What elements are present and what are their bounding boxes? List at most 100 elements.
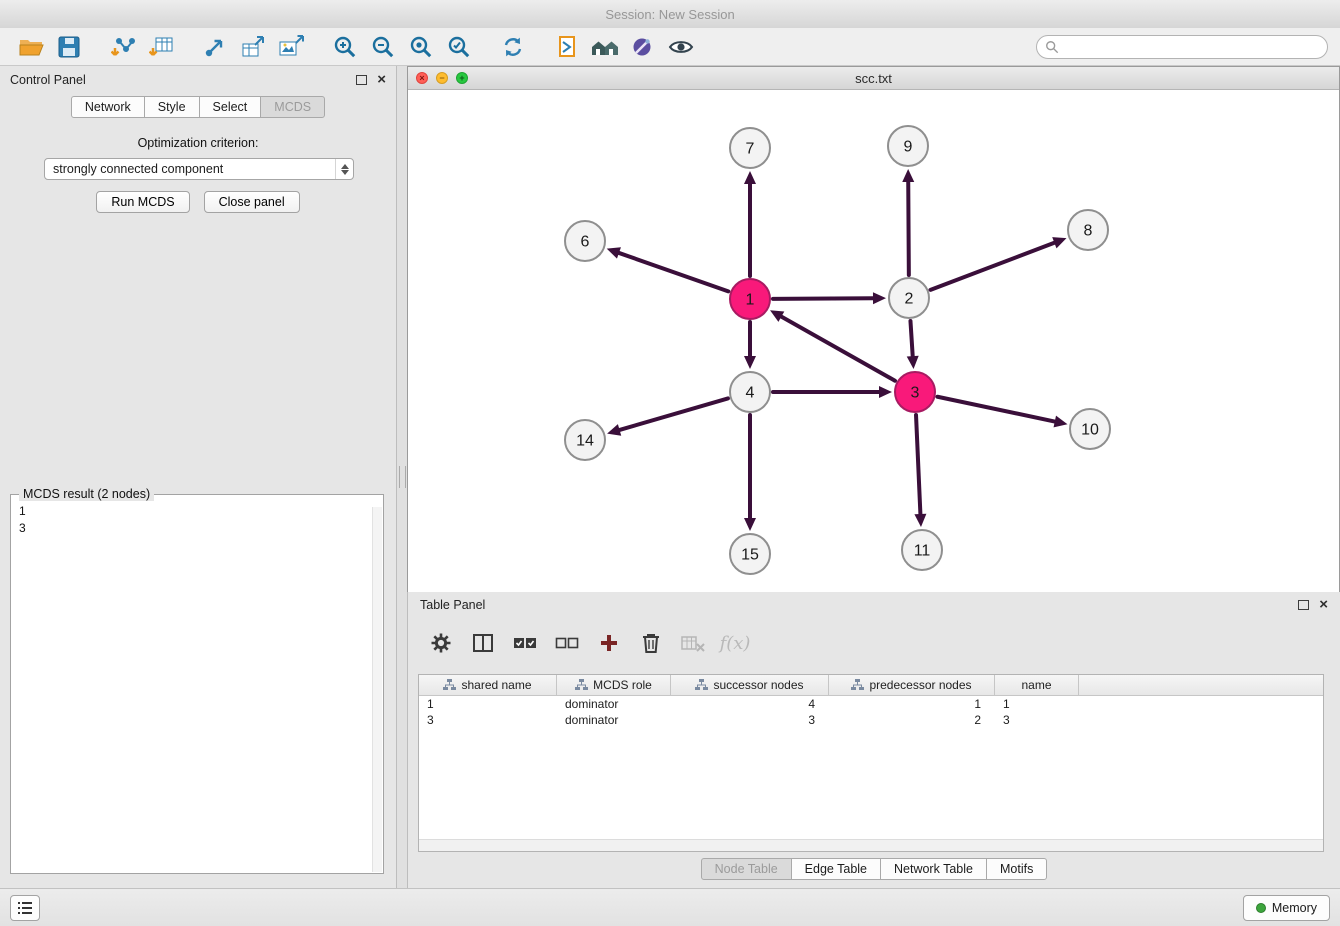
close-panel-button[interactable]: Close panel <box>204 191 300 213</box>
result-item[interactable]: 1 <box>19 503 383 520</box>
column-header-shared-name[interactable]: shared name <box>419 675 557 695</box>
close-panel-icon[interactable]: × <box>377 75 386 85</box>
edge-3-1[interactable] <box>781 317 895 381</box>
table-toolbar: f(x) <box>418 624 748 662</box>
result-scrollbar[interactable] <box>372 507 382 872</box>
edge-1-2[interactable] <box>773 298 873 299</box>
edge-2-9[interactable] <box>908 182 909 275</box>
network-canvas[interactable]: 7968124314101511 <box>408 90 1339 592</box>
export-table-button[interactable] <box>234 31 272 63</box>
export-network-button[interactable] <box>196 31 234 63</box>
search-icon <box>1045 40 1059 54</box>
criterion-select[interactable]: strongly connected component <box>44 158 354 180</box>
node-label-14: 14 <box>576 433 594 450</box>
select-all-button[interactable] <box>512 630 538 656</box>
column-tree-icon <box>695 679 708 691</box>
cell-shared-name[interactable]: 1 <box>419 697 557 711</box>
new-network-from-selection-button[interactable] <box>548 31 586 63</box>
arrowhead-1-7 <box>744 171 756 184</box>
node-label-15: 15 <box>741 547 759 564</box>
tab-edge-table[interactable]: Edge Table <box>791 858 881 880</box>
zoom-selected-button[interactable] <box>440 31 478 63</box>
delete-column-button[interactable] <box>638 630 664 656</box>
cell-predecessor-nodes[interactable]: 1 <box>829 697 995 711</box>
table-row[interactable]: 3 dominator 3 2 3 <box>419 712 1323 728</box>
zoom-fit-button[interactable] <box>402 31 440 63</box>
edge-3-11[interactable] <box>916 415 920 514</box>
show-columns-button[interactable] <box>470 630 496 656</box>
cell-shared-name[interactable]: 3 <box>419 713 557 727</box>
zoom-in-button[interactable] <box>326 31 364 63</box>
import-network-button[interactable] <box>104 31 142 63</box>
column-header-predecessor-nodes[interactable]: predecessor nodes <box>829 675 995 695</box>
open-session-button[interactable] <box>12 31 50 63</box>
cell-name[interactable]: 3 <box>995 713 1079 727</box>
cell-successor-nodes[interactable]: 4 <box>671 697 829 711</box>
node-label-6: 6 <box>581 234 590 251</box>
tab-style[interactable]: Style <box>144 96 200 118</box>
table-settings-button[interactable] <box>428 630 454 656</box>
task-history-button[interactable] <box>10 895 40 921</box>
table-row[interactable]: 1 dominator 4 1 1 <box>419 696 1323 712</box>
arrowhead-3-10 <box>1054 416 1068 428</box>
column-header-mcds-role[interactable]: MCDS role <box>557 675 671 695</box>
table-panel: Table Panel × <box>407 592 1340 888</box>
mcds-result-list[interactable]: 1 3 <box>11 495 383 537</box>
mcds-result-groupbox: MCDS result (2 nodes) 1 3 <box>10 494 384 874</box>
import-table-button[interactable] <box>142 31 180 63</box>
cell-mcds-role[interactable]: dominator <box>557 713 671 727</box>
first-neighbors-button[interactable] <box>586 31 624 63</box>
zoom-out-icon <box>371 35 395 59</box>
apply-layout-button[interactable] <box>494 31 532 63</box>
maximize-traffic-light[interactable]: + <box>456 72 468 84</box>
deselect-all-button[interactable] <box>554 630 580 656</box>
refresh-icon <box>501 35 525 59</box>
tab-network-table[interactable]: Network Table <box>880 858 987 880</box>
function-builder-button[interactable]: f(x) <box>722 630 748 656</box>
tab-mcds[interactable]: MCDS <box>260 96 325 118</box>
tab-select[interactable]: Select <box>199 96 262 118</box>
close-traffic-light[interactable]: × <box>416 72 428 84</box>
export-image-button[interactable] <box>272 31 310 63</box>
result-item[interactable]: 3 <box>19 520 383 537</box>
column-header-successor-nodes[interactable]: successor nodes <box>671 675 829 695</box>
delete-table-button[interactable] <box>680 630 706 656</box>
cell-name[interactable]: 1 <box>995 697 1079 711</box>
run-mcds-button[interactable]: Run MCDS <box>96 191 189 213</box>
node-label-8: 8 <box>1084 223 1093 240</box>
memory-button[interactable]: Memory <box>1243 895 1330 921</box>
arrowhead-4-14 <box>607 424 621 436</box>
minimize-traffic-light[interactable]: − <box>436 72 448 84</box>
table-header-row: shared name MCDS role successor nodes pr… <box>419 675 1323 696</box>
edge-2-3[interactable] <box>910 321 912 356</box>
edge-1-6[interactable] <box>619 253 728 291</box>
cell-mcds-role[interactable]: dominator <box>557 697 671 711</box>
column-header-name[interactable]: name <box>995 675 1079 695</box>
float-panel-icon[interactable] <box>1298 600 1309 610</box>
edge-4-14[interactable] <box>620 398 728 430</box>
show-hide-button[interactable] <box>662 31 700 63</box>
vertical-splitter[interactable] <box>397 66 407 888</box>
cell-predecessor-nodes[interactable]: 2 <box>829 713 995 727</box>
close-panel-icon[interactable]: × <box>1319 600 1328 610</box>
window-titlebar[interactable]: Session: New Session <box>0 0 1340 29</box>
arrowhead-2-3 <box>907 356 919 369</box>
float-panel-icon[interactable] <box>356 75 367 85</box>
column-tree-icon <box>443 679 456 691</box>
create-column-button[interactable] <box>596 630 622 656</box>
tab-motifs[interactable]: Motifs <box>986 858 1047 880</box>
table-horizontal-scrollbar[interactable] <box>419 839 1323 851</box>
deselect-all-icon <box>555 634 579 652</box>
tab-network[interactable]: Network <box>71 96 145 118</box>
edge-2-8[interactable] <box>931 243 1055 290</box>
tab-node-table[interactable]: Node Table <box>701 858 792 880</box>
zoom-fit-icon <box>409 35 433 59</box>
zoom-out-button[interactable] <box>364 31 402 63</box>
cell-successor-nodes[interactable]: 3 <box>671 713 829 727</box>
edge-3-10[interactable] <box>938 397 1055 422</box>
network-window-titlebar[interactable]: × − + scc.txt <box>408 67 1339 90</box>
splitter-grip[interactable] <box>399 466 406 488</box>
save-session-button[interactable] <box>50 31 88 63</box>
apply-style-button[interactable] <box>624 31 662 63</box>
search-input[interactable] <box>1059 39 1319 55</box>
